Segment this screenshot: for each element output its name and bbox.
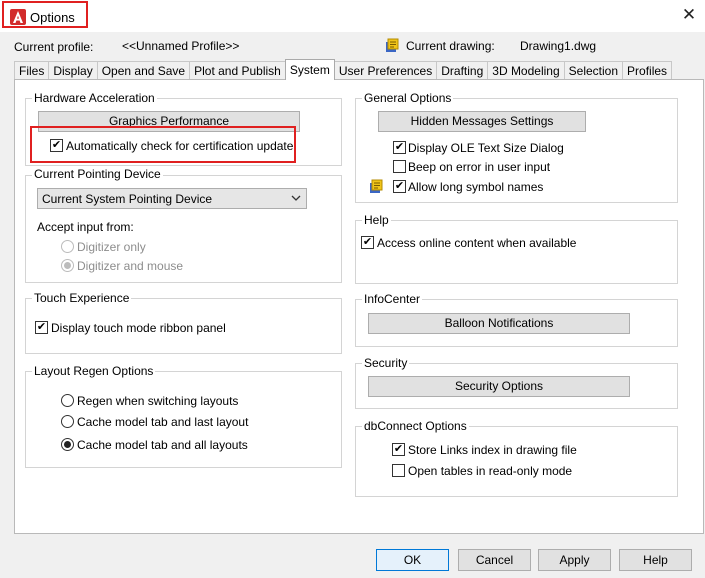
accept-input-label: Accept input from:	[37, 220, 134, 234]
auto-check-label[interactable]: Automatically check for certification up…	[66, 139, 293, 153]
close-icon[interactable]: ✕	[681, 6, 697, 24]
pointing-device-title: Current Pointing Device	[32, 167, 163, 181]
current-drawing-value: Drawing1.dwg	[520, 39, 597, 53]
tab-selection[interactable]: Selection	[563, 61, 624, 80]
general-options-title: General Options	[362, 91, 454, 105]
tab-plot-and-publish[interactable]: Plot and Publish	[189, 61, 286, 80]
digitizer-only-radio[interactable]	[61, 240, 74, 253]
tab-3d-modeling[interactable]: 3D Modeling	[487, 61, 565, 80]
cache-all-layouts-radio[interactable]	[61, 438, 74, 451]
tab-strip: Files Display Open and Save Plot and Pub…	[14, 59, 673, 80]
help-title: Help	[362, 213, 391, 227]
title-highlight-box	[2, 1, 88, 28]
regen-switching-label[interactable]: Regen when switching layouts	[77, 394, 238, 408]
digitizer-and-mouse-label[interactable]: Digitizer and mouse	[77, 259, 183, 273]
cache-last-layout-radio[interactable]	[61, 415, 74, 428]
current-drawing-label: Current drawing:	[406, 39, 495, 53]
ok-button[interactable]: OK	[376, 549, 449, 571]
current-profile-value: <<Unnamed Profile>>	[122, 39, 240, 53]
digitizer-only-label[interactable]: Digitizer only	[77, 240, 146, 254]
cache-last-layout-label[interactable]: Cache model tab and last layout	[77, 415, 248, 429]
beep-checkbox[interactable]	[393, 160, 406, 173]
balloon-notifications-button[interactable]: Balloon Notifications	[368, 313, 630, 334]
pointing-device-selected: Current System Pointing Device	[42, 192, 213, 206]
tab-profiles[interactable]: Profiles	[622, 61, 673, 80]
regen-switching-radio[interactable]	[61, 394, 74, 407]
store-links-label[interactable]: Store Links index in drawing file	[408, 443, 577, 457]
online-content-label[interactable]: Access online content when available	[377, 236, 576, 250]
tab-user-preferences[interactable]: User Preferences	[333, 61, 438, 80]
pointing-device-select[interactable]: Current System Pointing Device	[37, 188, 307, 209]
long-names-checkbox[interactable]: ✔	[393, 180, 406, 193]
online-content-checkbox[interactable]: ✔	[361, 236, 374, 249]
open-tables-label[interactable]: Open tables in read-only mode	[408, 464, 572, 478]
beep-label[interactable]: Beep on error in user input	[408, 160, 550, 174]
chevron-down-icon	[291, 192, 301, 204]
help-group	[355, 220, 678, 284]
cache-all-layouts-label[interactable]: Cache model tab and all layouts	[77, 438, 248, 452]
long-names-label[interactable]: Allow long symbol names	[408, 180, 543, 194]
touch-ribbon-label[interactable]: Display touch mode ribbon panel	[51, 321, 226, 335]
infocenter-title: InfoCenter	[362, 292, 423, 306]
store-links-checkbox[interactable]: ✔	[392, 443, 405, 456]
open-tables-checkbox[interactable]	[392, 464, 405, 477]
security-title: Security	[362, 356, 410, 370]
dbconnect-group	[355, 426, 678, 497]
tab-files[interactable]: Files	[14, 61, 50, 80]
cancel-button[interactable]: Cancel	[458, 549, 531, 571]
ole-dialog-label[interactable]: Display OLE Text Size Dialog	[408, 141, 564, 155]
help-button[interactable]: Help	[619, 549, 692, 571]
drawing-icon	[385, 37, 401, 53]
tab-display[interactable]: Display	[48, 61, 98, 80]
digitizer-and-mouse-radio[interactable]	[61, 259, 74, 272]
dbconnect-title: dbConnect Options	[362, 419, 469, 433]
drawing-file-icon	[369, 178, 385, 194]
ole-dialog-checkbox[interactable]: ✔	[393, 141, 406, 154]
hidden-messages-button[interactable]: Hidden Messages Settings	[378, 111, 586, 132]
tab-system[interactable]: System	[284, 59, 335, 80]
touch-ribbon-checkbox[interactable]: ✔	[35, 321, 48, 334]
tab-drafting[interactable]: Drafting	[436, 61, 489, 80]
layout-regen-title: Layout Regen Options	[32, 364, 156, 378]
current-profile-label: Current profile:	[14, 40, 94, 54]
hardware-acceleration-title: Hardware Acceleration	[32, 91, 157, 105]
auto-check-checkbox[interactable]: ✔	[50, 139, 63, 152]
touch-experience-title: Touch Experience	[32, 291, 132, 305]
title-bar	[0, 0, 705, 32]
security-options-button[interactable]: Security Options	[368, 376, 630, 397]
apply-button[interactable]: Apply	[538, 549, 611, 571]
tab-open-and-save[interactable]: Open and Save	[96, 61, 191, 80]
